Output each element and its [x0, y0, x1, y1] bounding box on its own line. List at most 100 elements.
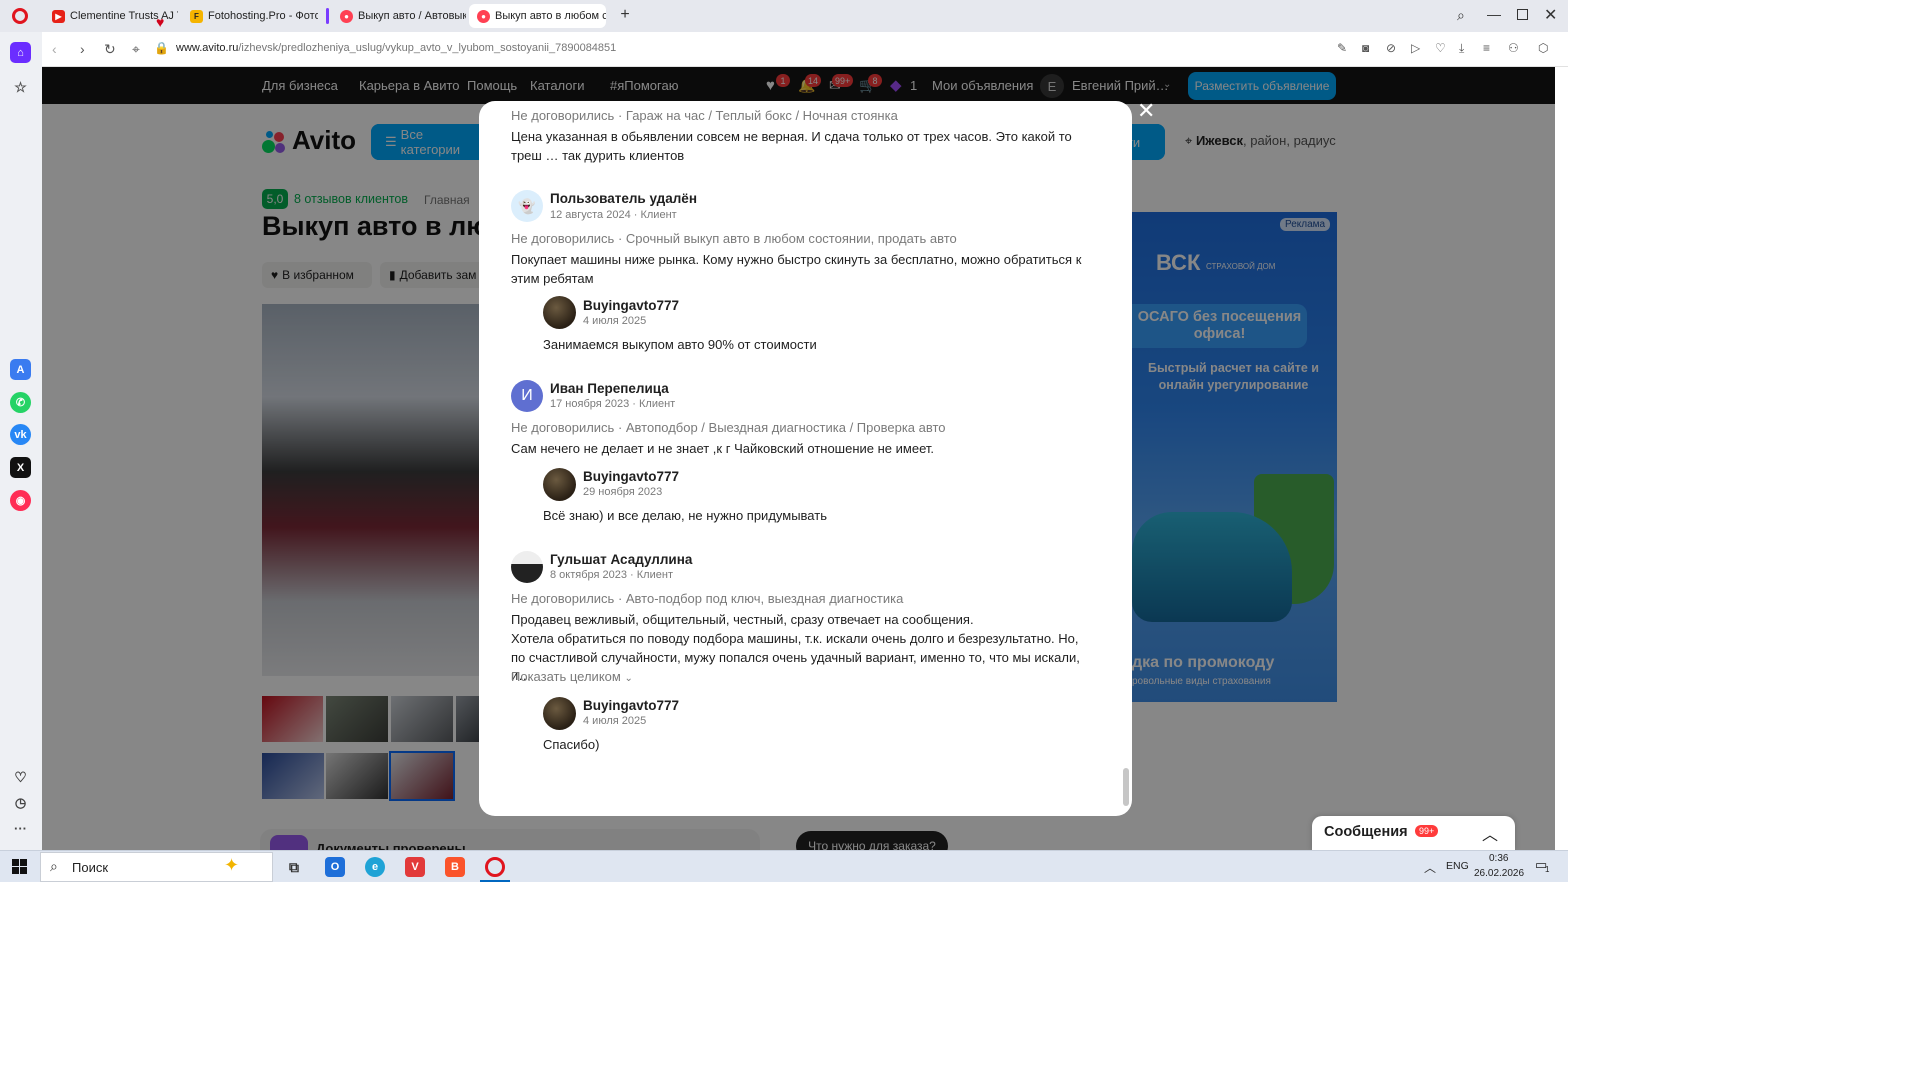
adblock-icon[interactable]: ⊘: [1386, 41, 1396, 55]
seller-avatar: [543, 296, 576, 329]
profile-icon[interactable]: ⚇: [1508, 41, 1519, 55]
review-author: Иван Перепелица: [550, 381, 669, 396]
search-tabs-icon[interactable]: ⌕: [1457, 7, 1465, 24]
reply-date: 4 июля 2025: [583, 315, 647, 327]
x-twitter-icon[interactable]: X: [10, 457, 31, 478]
copilot-sparkle-icon: ✦: [224, 855, 240, 875]
edge-icon[interactable]: e: [365, 857, 385, 877]
play-icon[interactable]: ▷: [1411, 41, 1420, 55]
close-modal-icon[interactable]: ✕: [1137, 98, 1155, 124]
download-icon[interactable]: ⤓: [1459, 41, 1464, 56]
notifications-count: 1: [1545, 865, 1550, 874]
lock-icon[interactable]: 🔒: [154, 41, 169, 55]
modal-scrollbar[interactable]: [1123, 101, 1129, 816]
brave-icon[interactable]: B: [445, 857, 465, 877]
reply-date: 29 ноября 2023: [583, 486, 663, 498]
tab-active-indicator: [326, 8, 329, 24]
search-icon: ⌕: [50, 858, 58, 874]
opera-taskbar-icon[interactable]: [485, 857, 505, 877]
maximize-button[interactable]: [1517, 9, 1528, 20]
whatsapp-icon[interactable]: ✆: [10, 392, 31, 413]
review-text: Покупает машины ниже рынка. Кому нужно б…: [511, 252, 1082, 286]
home-icon[interactable]: ⌂: [10, 42, 31, 63]
forward-icon[interactable]: ›: [80, 41, 85, 57]
clock-date[interactable]: 26.02.2026: [1474, 868, 1524, 879]
location-pin-icon[interactable]: ⌖: [132, 41, 140, 58]
heart-sticker-icon: ♥: [156, 14, 165, 30]
tab-title: Выкуп авто в любом сос: [495, 10, 606, 22]
review-date: 8 октября 2023 · Клиент: [550, 569, 673, 581]
language-indicator[interactable]: ENG: [1446, 860, 1469, 872]
youtube-icon: ▶: [52, 9, 65, 23]
reply-text: Занимаемся выкупом авто 90% от стоимости: [543, 337, 817, 352]
user-avatar: [511, 551, 543, 583]
browser-tab-bar: ▶ Clementine Trusts AJ To M ♥ F Fotohost…: [0, 0, 1568, 32]
bookmarks-star-icon[interactable]: ☆: [10, 77, 31, 98]
avito-icon: ●: [477, 9, 490, 23]
chevron-down-icon: ⌄: [624, 673, 633, 684]
avito-icon: ●: [340, 9, 353, 23]
url-field[interactable]: www.avito.ru/izhevsk/predlozheniya_uslug…: [176, 42, 616, 54]
menu-icon[interactable]: ≡: [1483, 41, 1490, 55]
reply-author: Buyingavto777: [583, 298, 680, 313]
clock-time[interactable]: 0:36: [1489, 853, 1508, 864]
taskbar-search[interactable]: ⌕ Поиск ✦: [40, 852, 273, 882]
review-author: Гульшат Асадуллина: [550, 552, 693, 567]
messages-widget[interactable]: Сообщения 99+ ︿: [1312, 816, 1515, 850]
user-avatar: И: [511, 380, 543, 412]
url-path: /izhevsk/predlozheniya_uslug/vykup_avto_…: [238, 42, 617, 54]
back-icon[interactable]: ‹: [52, 41, 57, 57]
reply-text: Всё знаю) и все делаю, не нужно придумыв…: [543, 508, 827, 523]
aria-icon[interactable]: A: [10, 359, 31, 380]
messages-badge: 99+: [1415, 825, 1439, 837]
tab-avito-ad[interactable]: ● Выкуп авто в любом сос: [469, 4, 606, 28]
reload-icon[interactable]: ↻: [104, 41, 116, 58]
review-author: Пользователь удалён: [550, 191, 697, 206]
review-tags: Не договорились · Срочный выкуп авто в л…: [511, 231, 957, 246]
opera-logo-icon[interactable]: [12, 8, 28, 24]
seller-avatar: [543, 697, 576, 730]
favorites-heart-icon[interactable]: ♡: [10, 767, 31, 788]
tray-chevron-up-icon[interactable]: ︿: [1424, 859, 1436, 876]
chevron-up-icon[interactable]: ︿: [1482, 821, 1498, 845]
tab-avito-list[interactable]: ● Выкуп авто / Автовыкуп: [332, 4, 466, 28]
address-toolbar: ‹ › ↻ ⌖ 🔒 www.avito.ru/izhevsk/predlozhe…: [42, 32, 1568, 67]
review-tags: Не договорились · Авто-подбор под ключ, …: [511, 591, 904, 606]
vk-icon[interactable]: vk: [10, 424, 31, 445]
active-app-indicator: [480, 880, 510, 882]
seller-avatar: [543, 468, 576, 501]
extensions-icon[interactable]: ⬡: [1538, 41, 1548, 55]
edit-page-icon[interactable]: ✎: [1337, 41, 1347, 55]
minimize-button[interactable]: —: [1487, 6, 1501, 22]
reply-date: 4 июля 2025: [583, 715, 647, 727]
url-host: www.avito.ru: [176, 42, 239, 54]
heart-icon[interactable]: ♡: [1435, 41, 1446, 55]
windows-start-icon[interactable]: [12, 859, 27, 874]
camera-icon[interactable]: ◙: [1362, 41, 1369, 55]
review-tags: Не договорились · Гараж на час / Теплый …: [511, 108, 898, 123]
new-tab-button[interactable]: +: [617, 7, 633, 23]
show-more-link[interactable]: Показать целиком ⌄: [511, 669, 633, 684]
review-date: 12 августа 2024 · Клиент: [550, 209, 677, 221]
tab-title: Fotohosting.Pro - Фотохо: [208, 10, 318, 22]
tab-fotohosting[interactable]: F Fotohosting.Pro - Фотохо: [182, 4, 318, 28]
vivaldi-icon[interactable]: V: [405, 857, 425, 877]
history-clock-icon[interactable]: ◷: [10, 792, 31, 813]
reply-author: Buyingavto777: [583, 698, 680, 713]
reply-text: Спасибо): [543, 737, 600, 752]
more-icon[interactable]: ···: [10, 818, 31, 839]
search-placeholder: Поиск: [72, 860, 109, 875]
reviews-modal: Не договорились · Гараж на час / Теплый …: [479, 101, 1132, 816]
close-window-button[interactable]: ✕: [1544, 5, 1557, 25]
review-date: 17 ноября 2023 · Клиент: [550, 398, 676, 410]
windows-taskbar: ⌕ Поиск ✦ ⧉ O e V B ︿ ENG 0:36 26.02.202…: [0, 850, 1568, 882]
opera-sidebar: ⌂ ☆ A ✆ vk X ◉ ♡ ◷ ···: [0, 32, 42, 850]
task-view-icon[interactable]: ⧉: [284, 857, 304, 877]
review-text: Сам нечего не делает и не знает ,к г Чай…: [511, 441, 934, 456]
review-text: Продавец вежливый, общительный, честный,…: [511, 612, 974, 627]
scrollbar-thumb[interactable]: [1123, 768, 1129, 806]
outlook-icon[interactable]: O: [325, 857, 345, 877]
tab-title: Выкуп авто / Автовыкуп: [358, 10, 466, 22]
music-player-icon[interactable]: ◉: [10, 490, 31, 511]
review-text: Цена указанная в обьявлении совсем не ве…: [511, 129, 1072, 163]
